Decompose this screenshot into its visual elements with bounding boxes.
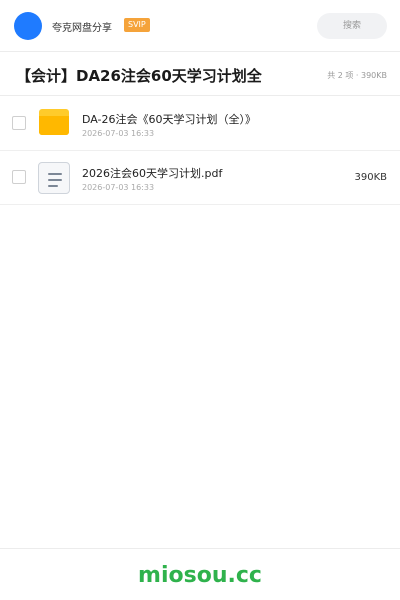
- document-icon-line: [48, 179, 62, 181]
- folder-icon: [39, 109, 69, 137]
- page-title: 【会计】DA26注会60天学习计划全: [16, 67, 262, 85]
- footer: miosou.cc: [0, 548, 400, 600]
- document-icon-line: [48, 185, 58, 187]
- file-date: 2026-07-03 16:33: [82, 183, 155, 192]
- page: 夸克网盘分享 SVIP 搜索 【会计】DA26注会60天学习计划全 共 2 项 …: [0, 0, 400, 600]
- folder-icon-front: [39, 116, 69, 135]
- brand-watermark[interactable]: miosou.cc: [0, 563, 400, 588]
- row-checkbox[interactable]: [12, 116, 26, 130]
- file-date: 2026-07-03 16:33: [82, 129, 155, 138]
- file-row[interactable]: DA-26注会《60天学习计划（全）》 2026-07-03 16:33: [0, 97, 400, 151]
- title-bar: 【会计】DA26注会60天学习计划全 共 2 项 · 390KB: [0, 52, 400, 96]
- avatar[interactable]: [14, 12, 42, 40]
- svip-badge: SVIP: [124, 18, 150, 32]
- file-name[interactable]: DA-26注会《60天学习计划（全）》: [82, 111, 256, 127]
- file-name[interactable]: 2026注会60天学习计划.pdf: [82, 165, 222, 181]
- document-icon: [38, 162, 70, 194]
- username[interactable]: 夸克网盘分享: [52, 19, 112, 34]
- file-row[interactable]: 2026注会60天学习计划.pdf 2026-07-03 16:33 390KB: [0, 151, 400, 205]
- search-input[interactable]: 搜索: [317, 13, 387, 39]
- file-summary: 共 2 项 · 390KB: [327, 71, 387, 80]
- row-checkbox[interactable]: [12, 170, 26, 184]
- header: 夸克网盘分享 SVIP 搜索: [0, 0, 400, 52]
- file-size: 390KB: [354, 172, 387, 183]
- document-icon-line: [48, 173, 62, 175]
